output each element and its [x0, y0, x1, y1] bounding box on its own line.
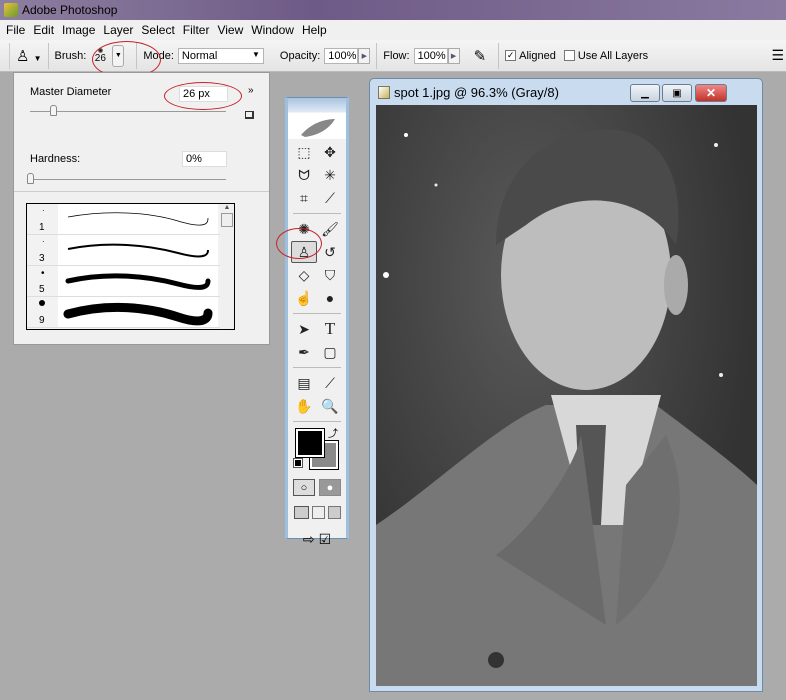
flow-input[interactable]: 100%	[413, 47, 448, 64]
menu-help[interactable]: Help	[300, 23, 333, 37]
dodge-tool-icon[interactable]: ●	[317, 287, 343, 309]
check-icon[interactable]: ☑	[319, 531, 332, 548]
brush-preset-list: · 1 · 3 • 5 9 ▲	[26, 203, 235, 330]
brush-list-scrollbar[interactable]: ▲	[220, 204, 234, 329]
brush-stroke-preview	[67, 243, 209, 258]
portrait-image	[376, 129, 757, 686]
hardness-slider[interactable]	[30, 179, 226, 180]
menu-image[interactable]: Image	[60, 23, 101, 37]
menu-view[interactable]: View	[215, 23, 249, 37]
flow-label: Flow:	[383, 49, 410, 62]
jump-to-imageready-icon[interactable]: ⇨	[303, 531, 315, 548]
full-screen-menu-mode-button[interactable]	[311, 506, 325, 519]
document-window: spot 1.jpg @ 96.3% (Gray/8) ▁ ▣ ✕	[369, 78, 763, 692]
marquee-tool-icon[interactable]: ⬚	[291, 141, 317, 163]
paint-bucket-tool-icon[interactable]: ⛉	[317, 264, 343, 286]
brush-stroke-preview	[63, 302, 213, 326]
panel-menu-icon[interactable]: »	[248, 85, 254, 96]
maximize-button[interactable]: ▣	[662, 84, 692, 102]
aligned-label: Aligned	[519, 49, 556, 62]
airbrush-icon[interactable]: ✎	[474, 47, 487, 65]
hardness-slider-thumb[interactable]	[27, 173, 34, 184]
clone-stamp-highlight-oval	[276, 228, 322, 259]
menu-select[interactable]: Select	[139, 23, 180, 37]
diameter-highlight-oval	[164, 82, 242, 110]
foreground-color-swatch[interactable]	[295, 428, 325, 458]
menu-edit[interactable]: Edit	[31, 23, 60, 37]
brush-label: Brush:	[54, 49, 87, 62]
portrait-photo[interactable]	[376, 105, 757, 686]
menu-file[interactable]: File	[4, 23, 31, 37]
standard-mode-button[interactable]: ○	[293, 479, 315, 496]
photoshop-feather-logo	[288, 98, 346, 139]
document-icon	[378, 85, 390, 99]
zoom-tool-icon[interactable]: 🔍	[317, 395, 343, 417]
brush-preset-item[interactable]: · 1	[27, 204, 234, 235]
lasso-tool-icon[interactable]: ᗢ	[291, 164, 317, 186]
full-screen-mode-button[interactable]	[327, 506, 341, 519]
brush-stroke-preview	[65, 273, 211, 290]
move-tool-icon[interactable]: ✥	[317, 141, 343, 163]
opacity-slider-button[interactable]: ▶	[358, 47, 371, 64]
swap-colors-icon[interactable]: ⤴	[328, 425, 338, 440]
master-diameter-slider-thumb[interactable]	[50, 105, 57, 116]
use-all-layers-label: Use All Layers	[577, 49, 649, 62]
brush-stroke-preview	[67, 212, 209, 226]
brush-tool-icon[interactable]: 🖌	[317, 218, 343, 240]
mode-select[interactable]: Normal ▼	[177, 47, 264, 64]
menu-layer[interactable]: Layer	[101, 23, 139, 37]
flow-slider-button[interactable]: ▶	[447, 47, 460, 64]
menu-bar: File Edit Image Layer Select Filter View…	[0, 20, 786, 40]
menu-window[interactable]: Window	[249, 23, 300, 37]
notes-tool-icon[interactable]: ▤	[291, 372, 317, 394]
save-brush-icon[interactable]	[245, 111, 254, 119]
opacity-input[interactable]: 100%	[324, 47, 359, 64]
photoshop-app-icon	[4, 3, 18, 17]
crop-tool-icon[interactable]: ⌗	[291, 187, 317, 209]
hardness-input[interactable]: 0%	[182, 151, 227, 167]
toolbox: ⬚ ✥ ᗢ ✳ ⌗ ⟋ ✺ 🖌 ♙ ↺ ◇ ⛉ ☝ ● ➤ T ✒ ▢ ▤ ⟋ ✋ 🔍 ⤴ ○ ● ⇨…	[285, 97, 349, 547]
close-button[interactable]: ✕	[695, 84, 727, 102]
document-title: spot 1.jpg @ 96.3% (Gray/8)	[394, 84, 559, 100]
pen-tool-icon[interactable]: ✒	[291, 341, 317, 363]
default-colors-icon[interactable]	[293, 458, 303, 468]
path-selection-tool-icon[interactable]: ➤	[291, 318, 317, 340]
app-title: Adobe Photoshop	[22, 3, 118, 17]
master-diameter-slider[interactable]	[30, 111, 226, 112]
master-diameter-label: Master Diameter	[30, 86, 112, 98]
magic-wand-tool-icon[interactable]: ✳	[317, 164, 343, 186]
quick-mask-mode-button[interactable]: ●	[319, 479, 341, 496]
brush-preset-item[interactable]: • 5	[27, 266, 234, 297]
blur-tool-icon[interactable]: ☝	[291, 287, 317, 309]
tool-preset-picker[interactable]: ♙ ▼	[16, 47, 42, 65]
type-tool-icon[interactable]: T	[317, 318, 343, 340]
app-title-bar: Adobe Photoshop	[0, 0, 786, 20]
palette-well-icon[interactable]: ☰	[771, 47, 784, 64]
brush-preset-item[interactable]: 9	[27, 297, 234, 328]
eraser-tool-icon[interactable]: ◇	[291, 264, 317, 286]
minimize-button[interactable]: ▁	[630, 84, 660, 102]
slice-tool-icon[interactable]: ⟋	[317, 187, 343, 209]
opacity-label: Opacity:	[279, 49, 321, 62]
hardness-label: Hardness:	[30, 153, 81, 165]
shape-tool-icon[interactable]: ▢	[317, 341, 343, 363]
brush-preset-item[interactable]: · 3	[27, 235, 234, 266]
brush-picker-panel: Master Diameter 26 px » Hardness: 0% · 1 …	[13, 72, 270, 345]
standard-screen-mode-button[interactable]	[293, 506, 309, 519]
use-all-layers-checkbox[interactable]	[563, 50, 575, 61]
aligned-checkbox[interactable]: ✓	[505, 50, 517, 61]
menu-filter[interactable]: Filter	[181, 23, 216, 37]
hand-tool-icon[interactable]: ✋	[291, 395, 317, 417]
eyedropper-tool-icon[interactable]: ⟋	[317, 372, 343, 394]
